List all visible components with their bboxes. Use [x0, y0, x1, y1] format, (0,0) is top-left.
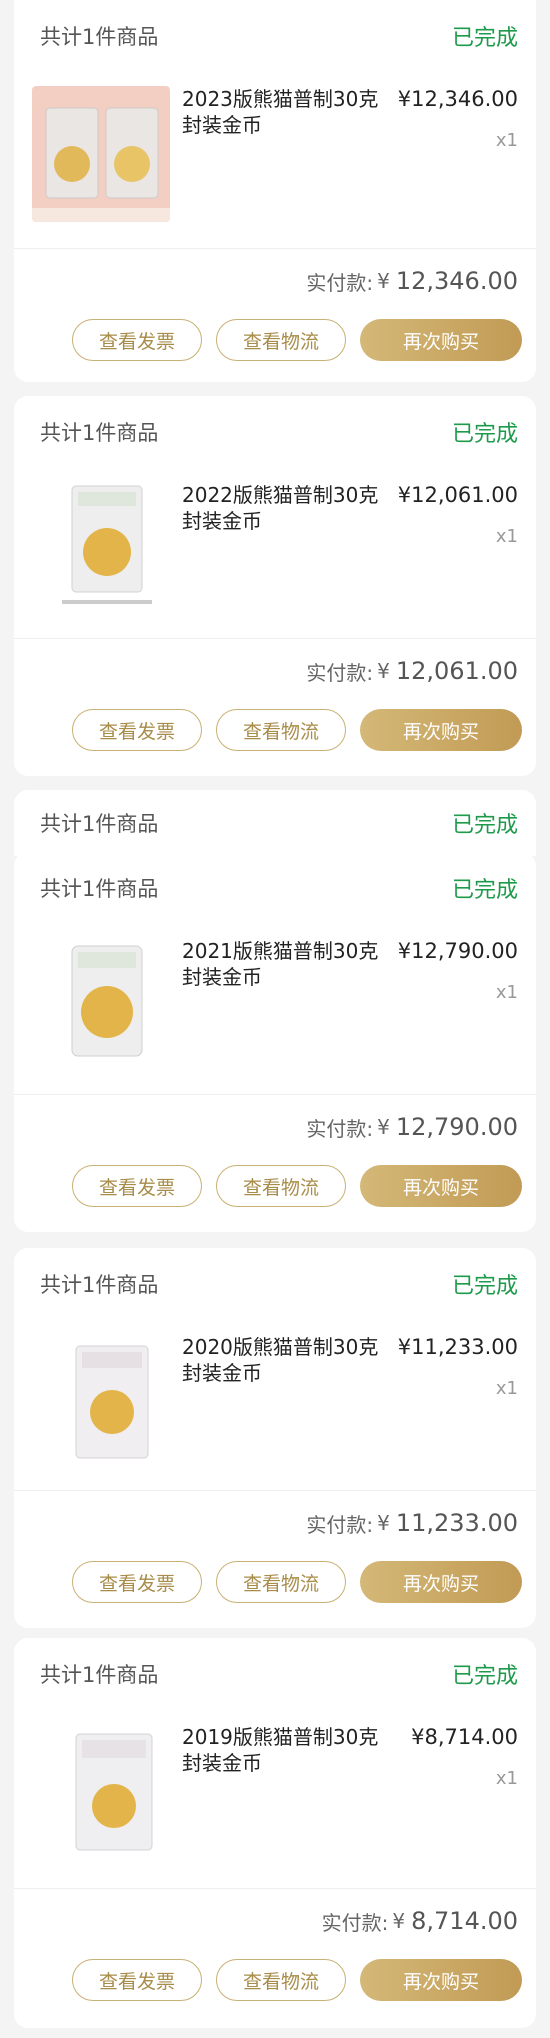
paid-amount: 12,790.00	[395, 1113, 518, 1141]
product-quantity: x1	[495, 130, 518, 151]
paid-currency: ¥	[377, 269, 390, 293]
paid-currency: ¥	[377, 1115, 390, 1139]
product-quantity: x1	[495, 1378, 518, 1399]
product-row[interactable]: 2021版熊猫普制30克 封装金币 ¥12,790.00 x1	[14, 924, 536, 1074]
order-header: 共计1件商品 已完成	[14, 852, 536, 924]
item-count: 共计1件商品	[40, 1663, 159, 1687]
order-status: 已完成	[451, 422, 518, 447]
product-name[interactable]: 2020版熊猫普制30克 封装金币	[182, 1334, 410, 1386]
view-logistics-button[interactable]: 查看物流	[216, 1959, 346, 2001]
product-row[interactable]: 2022版熊猫普制30克 封装金币 ¥12,061.00 x1	[14, 468, 536, 618]
item-count: 共计1件商品	[40, 25, 159, 49]
product-row[interactable]: 2019版熊猫普制30克 封装金币 ¥8,714.00 x1	[14, 1710, 536, 1860]
product-price: ¥8,714.00	[411, 1725, 518, 1749]
item-count: 共计1件商品	[40, 421, 159, 445]
order-status: 已完成	[451, 1664, 518, 1689]
order-card-peek[interactable]: 共计1件商品 已完成	[14, 790, 536, 856]
paid-row: 实付款: ¥ 11,233.00	[14, 1491, 536, 1555]
product-quantity: x1	[495, 982, 518, 1003]
product-row[interactable]: 2023版熊猫普制30克 封装金币 ¥12,346.00 x1	[14, 72, 536, 222]
product-name[interactable]: 2023版熊猫普制30克 封装金币	[182, 86, 410, 138]
buy-again-button[interactable]: 再次购买	[360, 319, 522, 361]
buy-again-button[interactable]: 再次购买	[360, 1165, 522, 1207]
paid-row: 实付款: ¥ 8,714.00	[14, 1889, 536, 1953]
order-card[interactable]: 共计1件商品 已完成 2021版熊猫普制30克 封装金币 ¥12,790.00 …	[14, 852, 536, 1232]
view-invoice-button[interactable]: 查看发票	[72, 709, 202, 751]
paid-amount: 11,233.00	[395, 1509, 518, 1537]
product-thumbnail[interactable]	[32, 86, 170, 222]
action-buttons: 查看发票 查看物流 再次购买	[14, 1159, 536, 1207]
view-invoice-button[interactable]: 查看发票	[72, 319, 202, 361]
action-buttons: 查看发票 查看物流 再次购买	[14, 313, 536, 361]
paid-label: 实付款:	[306, 1116, 374, 1141]
product-name[interactable]: 2022版熊猫普制30克 封装金币	[182, 482, 410, 534]
buy-again-button[interactable]: 再次购买	[360, 709, 522, 751]
paid-amount: 12,061.00	[395, 657, 518, 685]
order-card[interactable]: 共计1件商品 已完成 2023版熊猫普制30克 封装金币 ¥12,346.00 …	[14, 0, 536, 382]
order-card[interactable]: 共计1件商品 已完成 2019版熊猫普制30克 封装金币 ¥8,714.00 x…	[14, 1638, 536, 2028]
view-logistics-button[interactable]: 查看物流	[216, 1561, 346, 1603]
order-header: 共计1件商品 已完成	[14, 1638, 536, 1710]
paid-label: 实付款:	[306, 660, 374, 685]
paid-amount: 12,346.00	[395, 267, 518, 295]
buy-again-button[interactable]: 再次购买	[360, 1959, 522, 2001]
action-buttons: 查看发票 查看物流 再次购买	[14, 1555, 536, 1603]
order-status: 已完成	[451, 878, 518, 903]
product-thumbnail[interactable]	[32, 1722, 170, 1858]
view-invoice-button[interactable]: 查看发票	[72, 1561, 202, 1603]
product-thumbnail[interactable]	[32, 480, 170, 616]
view-logistics-button[interactable]: 查看物流	[216, 319, 346, 361]
order-card[interactable]: 共计1件商品 已完成 2022版熊猫普制30克 封装金币 ¥12,061.00 …	[14, 396, 536, 776]
view-invoice-button[interactable]: 查看发票	[72, 1959, 202, 2001]
product-price: ¥12,790.00	[397, 939, 518, 963]
product-thumbnail[interactable]	[32, 936, 170, 1072]
order-status: 已完成	[451, 26, 518, 51]
action-buttons: 查看发票 查看物流 再次购买	[14, 703, 536, 751]
item-count: 共计1件商品	[40, 812, 159, 836]
paid-label: 实付款:	[306, 270, 374, 295]
view-invoice-button[interactable]: 查看发票	[72, 1165, 202, 1207]
item-count: 共计1件商品	[40, 877, 159, 901]
paid-currency: ¥	[377, 659, 390, 683]
view-logistics-button[interactable]: 查看物流	[216, 709, 346, 751]
paid-amount: 8,714.00	[411, 1907, 518, 1935]
paid-row: 实付款: ¥ 12,061.00	[14, 639, 536, 703]
paid-row: 实付款: ¥ 12,346.00	[14, 249, 536, 313]
order-header: 共计1件商品 已完成	[14, 790, 536, 856]
paid-currency: ¥	[392, 1909, 406, 1933]
order-header: 共计1件商品 已完成	[14, 1248, 536, 1320]
buy-again-button[interactable]: 再次购买	[360, 1561, 522, 1603]
product-name[interactable]: 2019版熊猫普制30克 封装金币	[182, 1724, 410, 1776]
product-quantity: x1	[495, 1768, 518, 1789]
product-name[interactable]: 2021版熊猫普制30克 封装金币	[182, 938, 410, 990]
order-status: 已完成	[451, 1274, 518, 1299]
view-logistics-button[interactable]: 查看物流	[216, 1165, 346, 1207]
paid-row: 实付款: ¥ 12,790.00	[14, 1095, 536, 1159]
product-quantity: x1	[495, 526, 518, 547]
product-price: ¥11,233.00	[397, 1335, 518, 1359]
order-header: 共计1件商品 已完成	[14, 0, 536, 72]
item-count: 共计1件商品	[40, 1273, 159, 1297]
order-status: 已完成	[451, 813, 518, 838]
order-header: 共计1件商品 已完成	[14, 396, 536, 468]
product-price: ¥12,061.00	[397, 483, 518, 507]
order-card[interactable]: 共计1件商品 已完成 2020版熊猫普制30克 封装金币 ¥11,233.00 …	[14, 1248, 536, 1628]
product-thumbnail[interactable]	[32, 1332, 170, 1468]
product-row[interactable]: 2020版熊猫普制30克 封装金币 ¥11,233.00 x1	[14, 1320, 536, 1470]
product-price: ¥12,346.00	[397, 87, 518, 111]
paid-label: 实付款:	[306, 1512, 374, 1537]
paid-currency: ¥	[377, 1511, 390, 1535]
paid-label: 实付款:	[321, 1910, 389, 1935]
action-buttons: 查看发票 查看物流 再次购买	[14, 1953, 536, 2001]
